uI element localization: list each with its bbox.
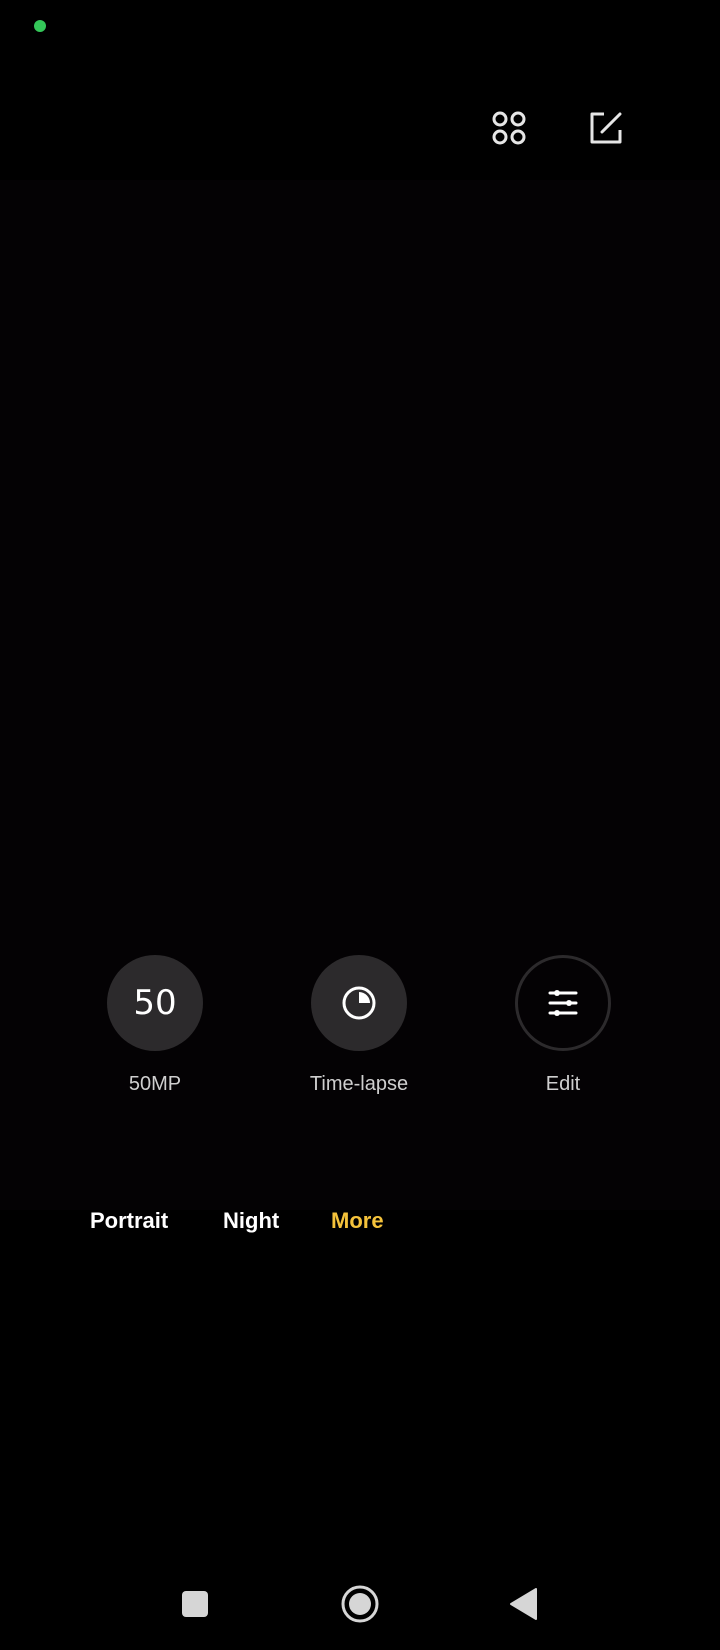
- recents-button[interactable]: [171, 1580, 219, 1628]
- recents-square-icon: [182, 1591, 208, 1617]
- mode-night[interactable]: Night: [223, 1208, 279, 1234]
- timelapse-button[interactable]: [311, 955, 407, 1051]
- mode-portrait[interactable]: Portrait: [90, 1208, 168, 1234]
- camera-mode-strip: oto Portrait Night More: [0, 1208, 720, 1248]
- 50mp-button[interactable]: 50: [107, 955, 203, 1051]
- camera-in-use-indicator: [34, 20, 46, 32]
- back-button[interactable]: [500, 1580, 548, 1628]
- edit-note-icon: [590, 112, 622, 144]
- home-circle-icon: [341, 1585, 379, 1623]
- tool-label-edit: Edit: [545, 1073, 581, 1095]
- edit-button[interactable]: [515, 955, 611, 1051]
- tool-50mp: 50 50MP: [75, 955, 235, 1096]
- tool-edit: Edit: [483, 955, 643, 1096]
- mode-more[interactable]: More: [331, 1208, 384, 1234]
- more-options-button[interactable]: [487, 106, 531, 150]
- system-nav-bar: [0, 1560, 720, 1650]
- timer-icon: [342, 986, 376, 1020]
- tool-timelapse: Time-lapse: [279, 955, 439, 1096]
- tool-label-50mp: 50MP: [128, 1073, 182, 1095]
- resolution-badge: 50: [133, 983, 177, 1023]
- edit-layout-button[interactable]: [584, 106, 628, 150]
- quick-tools: 50 50MP Time-lapse Edit: [0, 955, 720, 1105]
- back-triangle-icon: [510, 1588, 537, 1620]
- tool-label-timelapse: Time-lapse: [309, 1073, 409, 1095]
- camera-screen: 50 50MP Time-lapse Edit Portrait Night M…: [0, 0, 720, 1650]
- sliders-icon: [548, 990, 578, 1016]
- home-button[interactable]: [336, 1580, 384, 1628]
- more-options-icon: [492, 111, 526, 145]
